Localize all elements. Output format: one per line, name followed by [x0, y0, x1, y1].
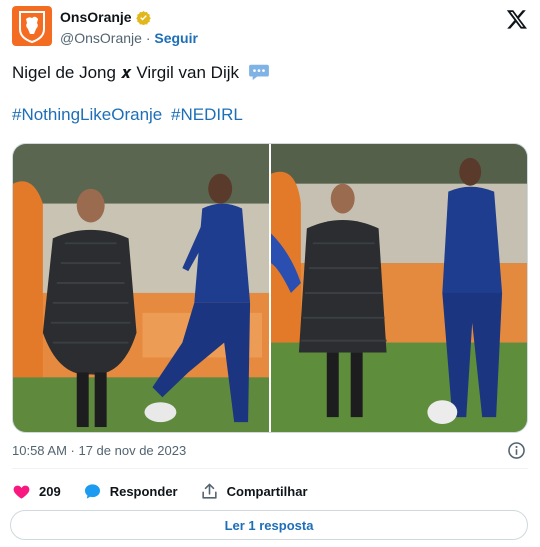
tweet-line-1: Nigel de Jong 𝒙 Virgil van Dijk	[12, 62, 528, 84]
info-icon[interactable]	[507, 441, 526, 460]
tweet-timestamp[interactable]: 10:58 AM · 17 de nov de 2023	[12, 443, 186, 458]
display-name-row[interactable]: OnsOranje	[60, 8, 151, 26]
x-logo-icon[interactable]	[506, 8, 528, 30]
separator: ·	[145, 30, 151, 46]
hashtag-link[interactable]: #NothingLikeOranje	[12, 105, 162, 124]
handle[interactable]: @OnsOranje	[60, 30, 142, 46]
share-upload-icon	[201, 483, 217, 499]
photo-left[interactable]	[13, 144, 269, 432]
reply-bubble-icon	[84, 483, 100, 499]
divider	[12, 468, 528, 469]
hashtags: #NothingLikeOranje #NEDIRL	[12, 104, 528, 126]
reply-button[interactable]: Responder	[83, 482, 178, 501]
follow-button[interactable]: Seguir	[154, 30, 198, 46]
avatar[interactable]	[12, 6, 52, 46]
share-button[interactable]: Compartilhar	[200, 482, 308, 501]
display-name[interactable]: OnsOranje	[60, 8, 132, 26]
verified-badge-icon	[135, 10, 151, 25]
like-count: 209	[39, 483, 61, 499]
lion-logo-icon	[19, 11, 45, 43]
share-label: Compartilhar	[226, 483, 308, 499]
read-replies-button[interactable]: Ler 1 resposta	[10, 510, 528, 540]
reply-label: Responder	[109, 483, 178, 499]
photo-image	[271, 144, 527, 432]
tweet-body: Nigel de Jong 𝒙 Virgil van Dijk	[12, 63, 240, 82]
tweet-text: Nigel de Jong 𝒙 Virgil van Dijk #Nothing…	[12, 62, 528, 126]
heart-icon	[13, 485, 30, 499]
tweet-header: OnsOranje @OnsOranje · Seguir	[12, 6, 528, 52]
media-grid	[12, 143, 528, 433]
like-button[interactable]: 209	[12, 482, 61, 501]
action-bar: 209 Responder Compartilhar	[12, 480, 528, 502]
speech-bubble-icon	[248, 64, 269, 81]
hashtag-link[interactable]: #NEDIRL	[171, 105, 243, 124]
photo-right[interactable]	[271, 144, 527, 432]
handle-row: @OnsOranje · Seguir	[60, 29, 198, 47]
photo-image	[13, 144, 269, 432]
